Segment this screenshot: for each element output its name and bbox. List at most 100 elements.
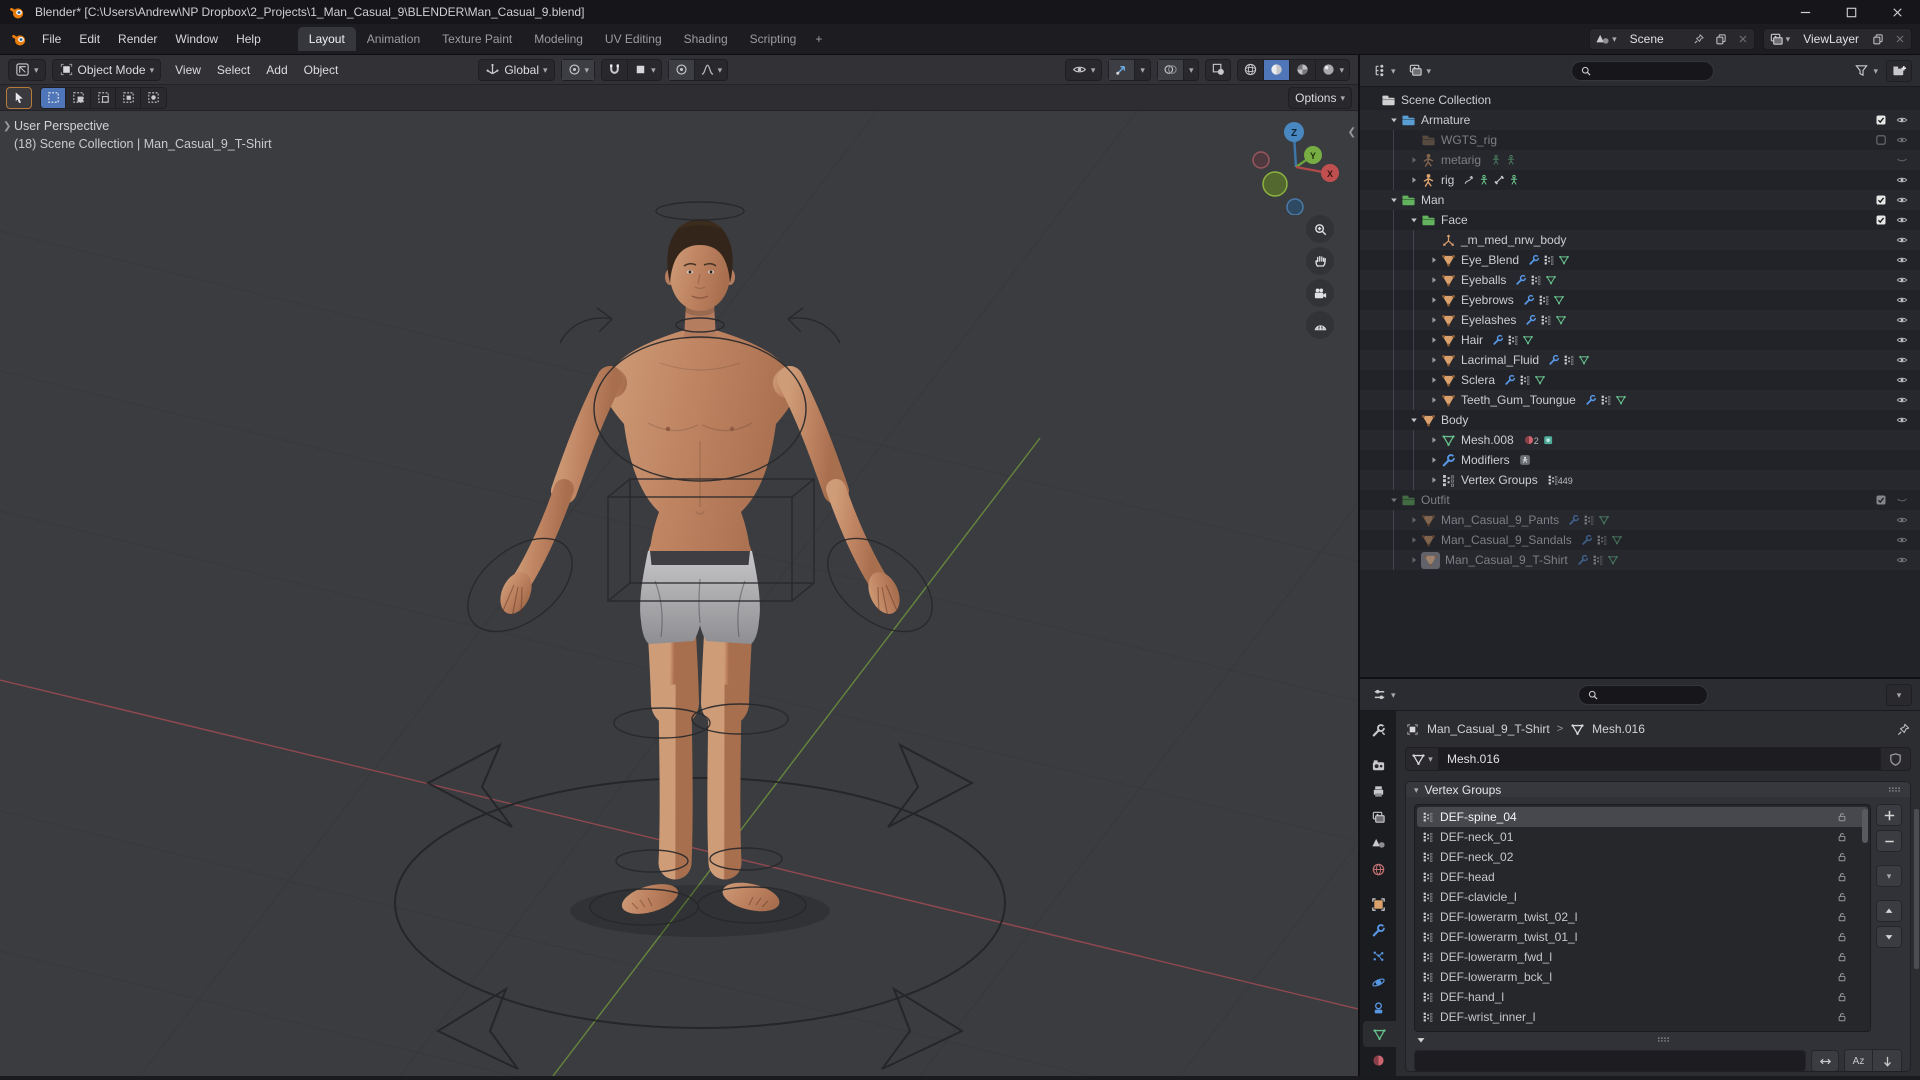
outliner-row[interactable]: Eyeballs: [1360, 270, 1920, 290]
sort-alpha-button[interactable]: Az: [1845, 1050, 1873, 1072]
expander-icon[interactable]: [1426, 295, 1441, 305]
workspace-tab-uv-editing[interactable]: UV Editing: [594, 27, 673, 51]
select-invert-button[interactable]: [116, 88, 141, 108]
copy-scene-button[interactable]: [1710, 29, 1732, 49]
eye-icon[interactable]: [1896, 114, 1908, 126]
vertex-group-row[interactable]: DEF-neck_02: [1417, 847, 1868, 867]
expander-icon[interactable]: [1386, 495, 1401, 505]
outliner-row[interactable]: Modifiers: [1360, 450, 1920, 470]
vertex-groups-panel-header[interactable]: ▾ Vertex Groups: [1406, 782, 1910, 797]
close-button[interactable]: [1874, 0, 1920, 24]
workspace-tab-layout[interactable]: Layout: [298, 27, 356, 51]
outliner-search-input[interactable]: [1597, 64, 1705, 78]
expander-icon[interactable]: [1426, 375, 1441, 385]
eye-icon[interactable]: [1896, 174, 1908, 186]
properties-tab-material[interactable]: [1360, 1047, 1396, 1073]
expander-icon[interactable]: [1406, 535, 1421, 545]
lock-icon[interactable]: [1836, 891, 1848, 903]
navigation-gizmo[interactable]: Z Y X: [1246, 115, 1346, 215]
outliner-row[interactable]: Man: [1360, 190, 1920, 210]
move-group-down-button[interactable]: [1876, 926, 1902, 948]
vertex-group-row[interactable]: DEF-clavicle_l: [1417, 887, 1868, 907]
expander-icon[interactable]: [1426, 335, 1441, 345]
properties-tab-particles[interactable]: [1360, 943, 1396, 969]
properties-tab-data[interactable]: [1363, 1021, 1396, 1047]
outliner-row[interactable]: Mesh.0082: [1360, 430, 1920, 450]
vertex-group-row[interactable]: DEF-spine_04: [1417, 807, 1868, 827]
select-extend-button[interactable]: [66, 88, 91, 108]
fake-user-button[interactable]: [1881, 747, 1911, 771]
eye-icon[interactable]: [1896, 214, 1908, 226]
filter-invert-button[interactable]: [1811, 1050, 1839, 1072]
drag-grip-icon[interactable]: [1887, 782, 1902, 797]
expander-icon[interactable]: [1406, 155, 1421, 165]
expander-icon[interactable]: [1406, 555, 1421, 565]
shading-material-button[interactable]: [1290, 60, 1316, 80]
lock-icon[interactable]: [1836, 871, 1848, 883]
outliner-row[interactable]: Eye_Blend: [1360, 250, 1920, 270]
select-intersect-button[interactable]: [141, 88, 166, 108]
falloff-dropdown[interactable]: ▾: [695, 60, 728, 80]
new-collection-button[interactable]: [1886, 60, 1912, 82]
eye-icon[interactable]: [1896, 134, 1908, 146]
maximize-button[interactable]: [1828, 0, 1874, 24]
outliner-row[interactable]: Man_Casual_9_T-Shirt: [1360, 550, 1920, 570]
menu-file[interactable]: File: [33, 28, 70, 50]
outliner-row[interactable]: Body: [1360, 410, 1920, 430]
lock-icon[interactable]: [1836, 951, 1848, 963]
outliner-filter-button[interactable]: ▾: [1850, 60, 1882, 82]
properties-editor-type-button[interactable]: ▾: [1368, 684, 1400, 706]
outliner-row[interactable]: Scene Collection: [1360, 90, 1920, 110]
vertex-group-row[interactable]: DEF-neck_01: [1417, 827, 1868, 847]
eye-icon[interactable]: [1896, 314, 1908, 326]
shading-wireframe-button[interactable]: [1238, 60, 1264, 80]
eye-icon[interactable]: [1896, 414, 1908, 426]
checkbox-on-icon[interactable]: [1875, 114, 1887, 126]
expander-icon[interactable]: [1426, 455, 1441, 465]
remove-vertex-group-button[interactable]: [1876, 830, 1902, 852]
visibility-dropdown[interactable]: ▾: [1065, 59, 1103, 81]
checkbox-on-icon[interactable]: [1875, 494, 1887, 506]
outliner-row[interactable]: Armature: [1360, 110, 1920, 130]
eye-icon[interactable]: [1896, 554, 1908, 566]
eye-icon[interactable]: [1896, 294, 1908, 306]
eye-icon[interactable]: [1896, 534, 1908, 546]
viewport-canvas[interactable]: User Perspective (18) Scene Collection |…: [0, 111, 1358, 1076]
lock-icon[interactable]: [1836, 811, 1848, 823]
expander-icon[interactable]: [1426, 395, 1441, 405]
outliner-row[interactable]: Vertex Groups449: [1360, 470, 1920, 490]
expander-icon[interactable]: [1426, 355, 1441, 365]
view-layer-name[interactable]: ViewLayer: [1795, 32, 1867, 46]
datablock-name-field[interactable]: Mesh.016: [1439, 747, 1881, 771]
delete-view-layer-button[interactable]: [1889, 29, 1911, 49]
outliner-search[interactable]: [1571, 61, 1714, 81]
properties-tab-output[interactable]: [1360, 778, 1396, 804]
transform-orientation-dropdown[interactable]: Global ▾: [478, 59, 554, 81]
active-tool-button[interactable]: [6, 87, 32, 109]
outliner-row[interactable]: Hair: [1360, 330, 1920, 350]
workspace-tab-scripting[interactable]: Scripting: [739, 27, 808, 51]
lock-icon[interactable]: [1836, 971, 1848, 983]
app-menu-button[interactable]: [6, 32, 33, 47]
eye-icon[interactable]: [1896, 334, 1908, 346]
scene-name[interactable]: Scene: [1622, 32, 1688, 46]
select-subtract-button[interactable]: [91, 88, 116, 108]
expander-icon[interactable]: [1426, 275, 1441, 285]
outliner-row[interactable]: metarig: [1360, 150, 1920, 170]
add-vertex-group-button[interactable]: [1876, 804, 1902, 826]
list-expand-icon[interactable]: [1416, 1035, 1426, 1045]
vertex-group-row[interactable]: DEF-lowerarm_twist_01_l: [1417, 927, 1868, 947]
scene-selector[interactable]: ▾ Scene: [1589, 28, 1755, 50]
show-gizmo-toggle[interactable]: [1109, 60, 1135, 80]
sidebar-expand-arrow[interactable]: ❮: [1348, 127, 1356, 138]
expander-icon[interactable]: [1406, 175, 1421, 185]
expander-icon[interactable]: [1386, 195, 1401, 205]
workspace-tab-modeling[interactable]: Modeling: [523, 27, 594, 51]
properties-options-button[interactable]: ▾: [1886, 684, 1912, 706]
eye-icon[interactable]: [1896, 514, 1908, 526]
properties-search-input[interactable]: [1604, 688, 1694, 702]
outliner-row[interactable]: Lacrimal_Fluid: [1360, 350, 1920, 370]
outliner-row[interactable]: Eyelashes: [1360, 310, 1920, 330]
gizmo-dropdown[interactable]: ▾: [1135, 60, 1150, 80]
select-new-button[interactable]: [41, 88, 66, 108]
